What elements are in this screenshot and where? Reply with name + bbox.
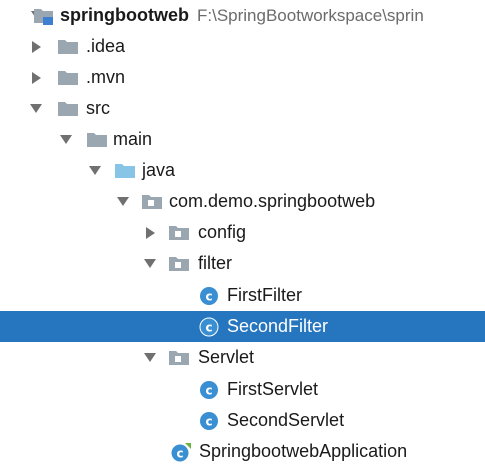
folder-icon bbox=[57, 37, 79, 57]
tree-row-label: FirstServlet bbox=[227, 379, 319, 399]
svg-text:c: c bbox=[205, 321, 212, 335]
package-icon bbox=[168, 254, 190, 274]
chevron-down-icon[interactable] bbox=[59, 124, 73, 155]
chevron-right-icon[interactable] bbox=[29, 62, 43, 93]
class-icon: c bbox=[198, 380, 220, 400]
tree-row-first-servlet[interactable]: c FirstServlet bbox=[0, 374, 485, 405]
tree-row-springbootweb-application[interactable]: c SpringbootwebApplication bbox=[0, 436, 485, 467]
tree-row-label: config bbox=[198, 222, 247, 242]
project-name: springbootweb bbox=[60, 5, 189, 25]
tree-row-package-root[interactable]: com.demo.springbootweb bbox=[0, 186, 485, 217]
svg-text:c: c bbox=[205, 415, 212, 429]
package-icon bbox=[168, 348, 190, 368]
svg-text:c: c bbox=[205, 290, 212, 304]
tree-row-src[interactable]: src bbox=[0, 93, 485, 124]
tree-row-second-filter[interactable]: c SecondFilter bbox=[0, 311, 485, 342]
source-root-folder-icon bbox=[114, 161, 136, 181]
folder-icon bbox=[57, 99, 79, 119]
class-icon: c bbox=[198, 286, 220, 306]
tree-row-first-filter[interactable]: c FirstFilter bbox=[0, 280, 485, 311]
tree-row-label: springbootweb F:\SpringBootworkspace\spri… bbox=[60, 0, 424, 31]
folder-icon bbox=[57, 68, 79, 88]
tree-row-label: SpringbootwebApplication bbox=[199, 441, 408, 461]
chevron-right-icon[interactable] bbox=[143, 217, 157, 248]
chevron-down-icon[interactable] bbox=[29, 93, 43, 124]
svg-text:c: c bbox=[205, 384, 212, 398]
tree-row-label: filter bbox=[198, 253, 233, 273]
tree-row-label: com.demo.springbootweb bbox=[169, 191, 376, 211]
tree-row-idea[interactable]: .idea bbox=[0, 31, 485, 62]
chevron-down-icon[interactable] bbox=[143, 342, 157, 373]
class-icon: c bbox=[198, 411, 220, 431]
tree-row-label: Servlet bbox=[198, 347, 255, 367]
tree-row-second-servlet[interactable]: c SecondServlet bbox=[0, 405, 485, 436]
tree-row-label: main bbox=[113, 129, 153, 149]
tree-row-label: SecondFilter bbox=[227, 316, 329, 336]
tree-row-label: java bbox=[142, 160, 176, 180]
package-icon bbox=[141, 192, 163, 212]
project-tree: springbootweb F:\SpringBootworkspace\spri… bbox=[0, 0, 485, 470]
tree-row-label: .idea bbox=[86, 36, 126, 56]
class-icon: c bbox=[198, 317, 220, 337]
chevron-down-icon[interactable] bbox=[88, 155, 102, 186]
chevron-down-icon[interactable] bbox=[116, 186, 130, 217]
chevron-right-icon[interactable] bbox=[29, 31, 43, 62]
package-icon bbox=[168, 223, 190, 243]
project-path: F:\SpringBootworkspace\sprin bbox=[197, 6, 424, 25]
tree-row-servlet[interactable]: Servlet bbox=[0, 342, 485, 373]
chevron-down-icon[interactable] bbox=[143, 248, 157, 279]
tree-row-main[interactable]: main bbox=[0, 124, 485, 155]
svg-text:c: c bbox=[176, 447, 183, 461]
module-folder-icon bbox=[33, 6, 55, 26]
tree-row-filter[interactable]: filter bbox=[0, 248, 485, 279]
tree-row-config[interactable]: config bbox=[0, 217, 485, 248]
folder-icon bbox=[86, 130, 108, 150]
tree-row-mvn[interactable]: .mvn bbox=[0, 62, 485, 93]
tree-row-label: FirstFilter bbox=[227, 285, 302, 305]
tree-row-java[interactable]: java bbox=[0, 155, 485, 186]
tree-row-label: SecondServlet bbox=[227, 410, 345, 430]
tree-row-label: src bbox=[86, 98, 110, 118]
spring-boot-class-icon: c bbox=[170, 442, 192, 462]
tree-row-springbootweb[interactable]: springbootweb F:\SpringBootworkspace\spri… bbox=[0, 0, 485, 31]
tree-row-label: .mvn bbox=[86, 67, 126, 87]
